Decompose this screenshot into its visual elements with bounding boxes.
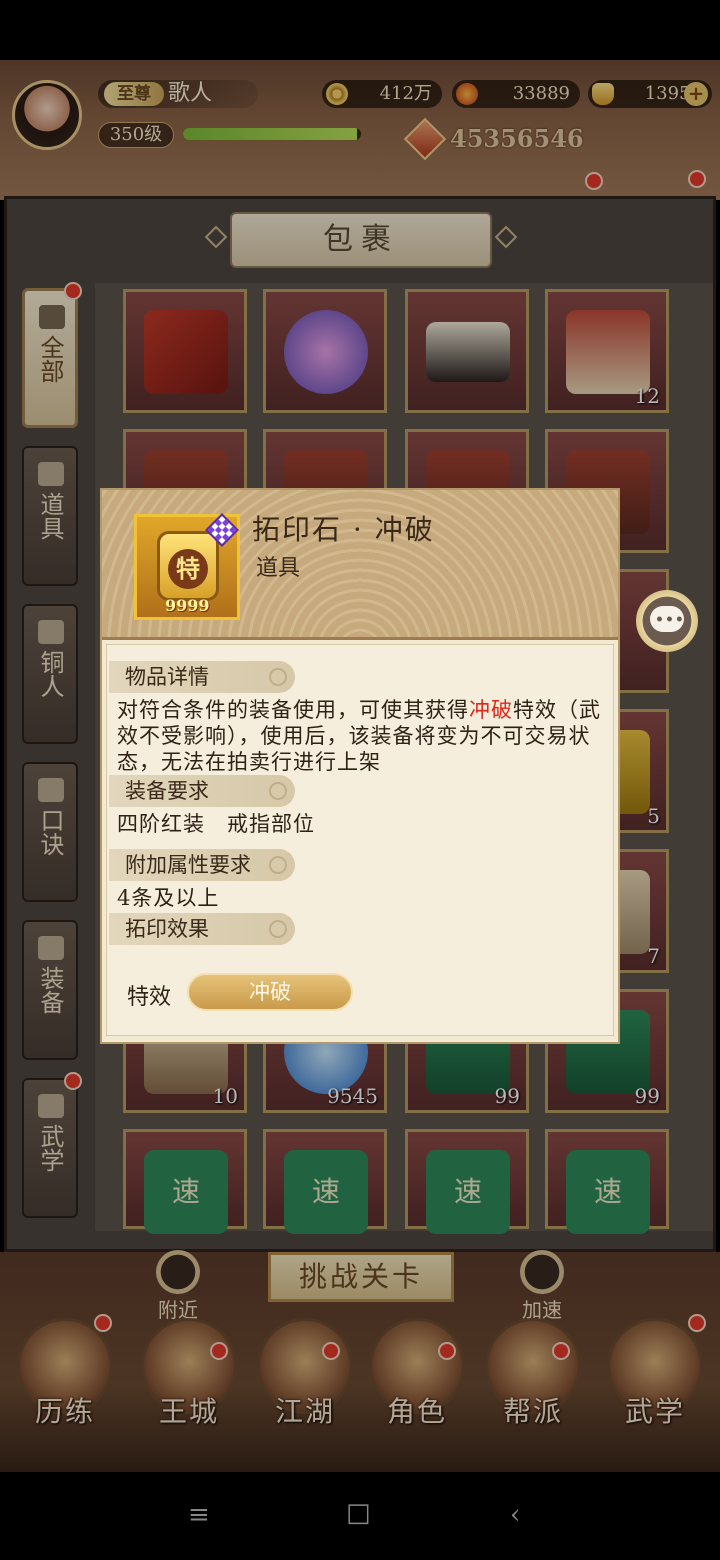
- item-count: 9999: [165, 596, 210, 615]
- item-name: 拓印石 · 冲破: [252, 513, 435, 546]
- section-equip-title: 装备要求: [125, 779, 209, 803]
- desc-pre: 对符合条件的装备使用，可使其获得: [117, 698, 469, 722]
- equip-requirement: 四阶红装 戒指部位: [117, 812, 315, 836]
- item-badge-char: 特: [168, 549, 208, 589]
- swirl-icon: [269, 668, 287, 686]
- section-effect-title: 拓印效果: [125, 917, 209, 941]
- effect-label: 特效: [127, 985, 172, 1010]
- swirl-icon: [269, 782, 287, 800]
- popup-body: 物品详情 对符合条件的装备使用，可使其获得冲破特效（武效不受影响），使用后，该装…: [106, 644, 614, 1036]
- swirl-icon: [269, 856, 287, 874]
- item-detail-popup: 特 9999 拓印石 · 冲破 道具 物品详情 对符合条件的装备使用，可使其获得…: [100, 488, 620, 1044]
- section-equip-header: 装备要求: [109, 775, 295, 807]
- chat-dots: •••: [655, 612, 685, 628]
- item-description: 对符合条件的装备使用，可使其获得冲破特效（武效不受影响），使用后，该装备将变为不…: [117, 697, 605, 775]
- menu-icon[interactable]: ≡: [188, 1500, 210, 1530]
- section-attr-title: 附加属性要求: [125, 853, 251, 877]
- desc-highlight: 冲破: [469, 698, 513, 722]
- back-icon[interactable]: ‹: [510, 1500, 520, 1530]
- attr-requirement: 4条及以上: [117, 886, 220, 910]
- chat-button[interactable]: •••: [636, 590, 698, 652]
- effect-tag: 冲破: [187, 973, 353, 1011]
- section-attr-header: 附加属性要求: [109, 849, 295, 881]
- section-details-title: 物品详情: [125, 665, 209, 689]
- section-details-header: 物品详情: [109, 661, 295, 693]
- swirl-icon: [269, 920, 287, 938]
- popup-header: 特 9999 拓印石 · 冲破 道具: [102, 490, 618, 640]
- home-icon[interactable]: □: [346, 1498, 371, 1528]
- section-effect-header: 拓印效果: [109, 913, 295, 945]
- item-type: 道具: [256, 556, 301, 581]
